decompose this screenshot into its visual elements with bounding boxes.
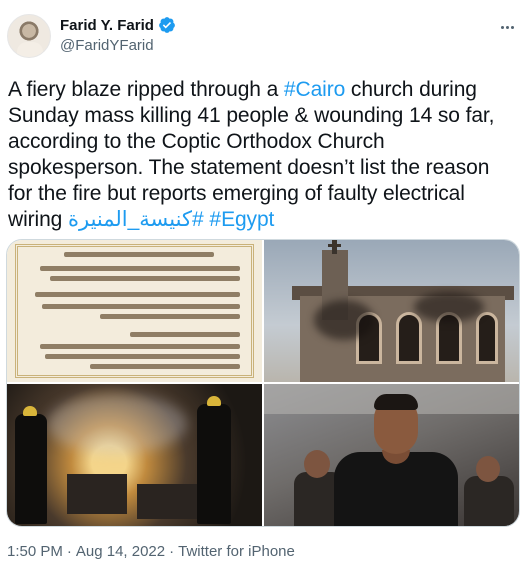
more-options-icon[interactable] (494, 14, 520, 40)
statement-document-photo[interactable] (7, 240, 262, 382)
media-grid (6, 239, 520, 527)
bystander-head (304, 450, 330, 478)
document-line (130, 332, 240, 337)
burned-church-photo[interactable] (264, 240, 519, 382)
cross-bar (328, 244, 341, 247)
tweet-time[interactable]: 1:50 PM (7, 543, 63, 560)
soot-mark (414, 292, 484, 322)
soot-mark (314, 300, 374, 340)
document-line (90, 364, 240, 369)
firefighter-helmet (23, 406, 37, 416)
user-handle[interactable]: @FaridYFarid (60, 37, 176, 54)
firefighter (15, 414, 47, 524)
tweet-metadata: 1:50 PM · Aug 14, 2022 · Twitter for iPh… (7, 543, 295, 560)
bystander (464, 476, 514, 526)
verified-badge-icon (159, 17, 175, 33)
cross (332, 240, 337, 254)
fire-interior-photo[interactable] (7, 384, 262, 526)
man-in-smoke-photo[interactable] (264, 384, 519, 526)
document-line (42, 304, 240, 309)
tweet-source[interactable]: Twitter for iPhone (178, 543, 295, 560)
hashtag-egypt-link[interactable]: #Egypt (209, 208, 274, 231)
name-row: Farid Y. Farid (60, 15, 176, 35)
burned-chairs (67, 474, 127, 514)
document-line (100, 314, 240, 319)
tweet-header: Farid Y. Farid @FaridYFarid (60, 15, 176, 54)
tweet-text-part: A fiery blaze ripped through a (8, 78, 284, 101)
document-line (50, 276, 240, 281)
smoke (47, 394, 187, 454)
bystander-head (476, 456, 500, 482)
avatar[interactable] (7, 14, 51, 58)
hashtag-arabic-link[interactable]: #كنيسة_المنيرة (68, 208, 204, 231)
display-name[interactable]: Farid Y. Farid (60, 17, 154, 34)
firefighter (197, 404, 231, 524)
separator-dot: · (169, 543, 175, 560)
document-line (40, 344, 240, 349)
man-hair (374, 394, 418, 410)
tweet-card: Farid Y. Farid @FaridYFarid A fiery blaz… (0, 0, 532, 566)
hashtag-cairo-link[interactable]: #Cairo (284, 78, 345, 101)
separator-dot: · (66, 543, 72, 560)
document-line (64, 252, 214, 257)
avatar-shirt (17, 42, 43, 57)
tweet-date[interactable]: Aug 14, 2022 (76, 543, 165, 560)
document-line (35, 292, 240, 297)
church-window (476, 312, 498, 364)
document-line (45, 354, 240, 359)
tweet-text: A fiery blaze ripped through a #Cairo ch… (8, 77, 516, 233)
firefighter-helmet (207, 396, 221, 406)
church-window (396, 312, 422, 364)
document-line (40, 266, 240, 271)
